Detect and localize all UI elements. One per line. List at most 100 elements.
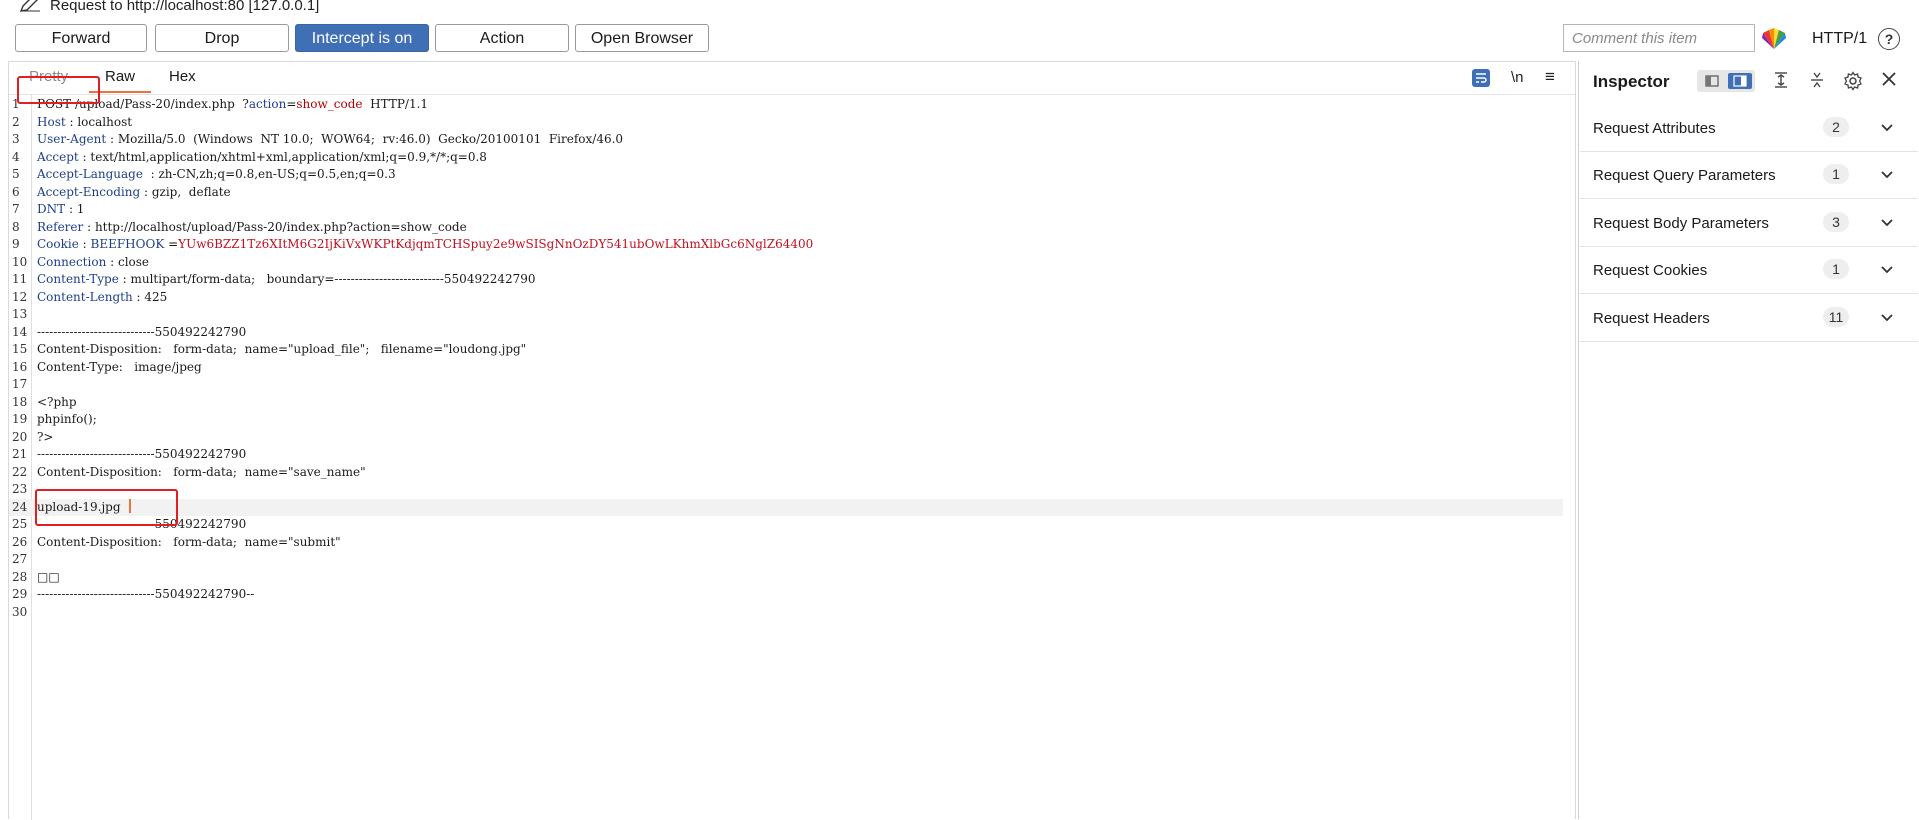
code-token: Content-Type	[37, 272, 119, 286]
code-line[interactable]: 11 Content-Type : multipart/form-data; bo…	[9, 271, 1575, 289]
section-count-badge: 3	[1823, 212, 1849, 232]
section-request-cookies[interactable]: Request Cookies 1	[1580, 248, 1918, 294]
drop-button[interactable]: Drop	[155, 24, 289, 52]
code-line[interactable]: 29 -----------------------------550492242…	[9, 586, 1575, 604]
protocol-selector[interactable]: HTTP/1	[1812, 30, 1867, 48]
window-title: Request to http://localhost:80 [127.0.0.…	[0, 0, 1919, 16]
code-token: Accept-Encoding	[37, 184, 141, 199]
editor-menu-icon[interactable]: ≡	[1545, 67, 1555, 86]
code-token: Content-Type: image/jpeg	[37, 359, 202, 374]
code-line[interactable]: 26 Content-Disposition: form-data; name="…	[9, 534, 1575, 552]
show-newlines-toggle[interactable]: \n	[1511, 69, 1524, 87]
code-line[interactable]: 4 Accept : text/html,application/xhtml+xm…	[9, 149, 1575, 167]
section-request-body-parameters[interactable]: Request Body Parameters 3	[1580, 201, 1918, 247]
chevron-down-icon[interactable]	[1878, 119, 1896, 137]
section-request-headers[interactable]: Request Headers 11	[1580, 296, 1918, 342]
code-token: <?php	[37, 394, 77, 409]
chevron-down-icon[interactable]	[1878, 261, 1896, 279]
code-line[interactable]: 18 <?php	[9, 394, 1575, 412]
code-token: : multipart/form-data; boundary=--------…	[118, 272, 536, 286]
code-token: show_code	[296, 97, 363, 111]
section-request-query-parameters[interactable]: Request Query Parameters 1	[1580, 153, 1918, 199]
code-line[interactable]: 5 Accept-Language : zh-CN,zh;q=0.8,en-US;…	[9, 166, 1575, 184]
code-line[interactable]: 24 upload-19.jpg	[9, 498, 1563, 516]
action-button[interactable]: Action	[435, 24, 569, 52]
code-line[interactable]: 15 Content-Disposition: form-data; name="…	[9, 341, 1575, 359]
code-line[interactable]: 16 Content-Type: image/jpeg	[9, 359, 1575, 377]
layout-stacked-icon[interactable]	[1700, 73, 1724, 89]
section-label: Request Cookies	[1593, 262, 1708, 279]
expand-all-icon[interactable]	[1771, 71, 1791, 91]
wrap-lines-icon[interactable]	[1472, 69, 1490, 87]
code-line[interactable]: 7 DNT : 1	[9, 201, 1575, 219]
line-text: Connection : close	[37, 254, 149, 272]
close-icon[interactable]	[1879, 71, 1899, 91]
code-line[interactable]: 30	[9, 604, 1575, 622]
layout-side-icon[interactable]	[1728, 73, 1752, 89]
collapse-all-icon[interactable]	[1807, 71, 1827, 91]
comment-input[interactable]	[1563, 24, 1755, 52]
code-line[interactable]: 20 ?>	[9, 429, 1575, 447]
code-line[interactable]: 14 -----------------------------550492242…	[9, 324, 1575, 342]
code-token: : 1	[65, 202, 85, 216]
line-text: Cookie : BEEFHOOK =YUw6BZZ1Tz6XItM6G2IjK…	[37, 236, 813, 254]
code-token: User-Agent	[37, 132, 107, 146]
line-number: 17	[12, 377, 28, 391]
line-number: 15	[12, 342, 28, 356]
code-line[interactable]: 21 -----------------------------550492242…	[9, 446, 1575, 464]
code-line[interactable]: 2 Host : localhost	[9, 114, 1575, 132]
code-line[interactable]: 13	[9, 306, 1575, 324]
code-line[interactable]: 3 User-Agent : Mozilla/5.0 (Windows NT 10…	[9, 131, 1575, 149]
code-token: : http://localhost/upload/Pass-20/index.…	[83, 219, 467, 234]
line-text: DNT : 1	[37, 201, 84, 219]
code-line[interactable]: 17	[9, 376, 1575, 394]
code-token: Host	[37, 114, 66, 129]
code-line[interactable]: 22 Content-Disposition: form-data; name="…	[9, 464, 1575, 482]
code-line[interactable]: 12 Content-Length : 425	[9, 289, 1575, 307]
code-line[interactable]: 27	[9, 551, 1575, 569]
highlight-color-icon[interactable]	[1761, 27, 1787, 51]
forward-button[interactable]: Forward	[15, 24, 147, 52]
intercept-toggle-button[interactable]: Intercept is on	[295, 24, 429, 52]
line-number: 21	[12, 447, 28, 461]
line-text: Content-Disposition: form-data; name="up…	[37, 341, 526, 359]
open-browser-button[interactable]: Open Browser	[575, 24, 709, 52]
code-token: =	[286, 97, 297, 111]
code-token: HTTP/1.1	[362, 97, 429, 111]
chevron-down-icon[interactable]	[1878, 214, 1896, 232]
code-line[interactable]: 6 Accept-Encoding : gzip, deflate	[9, 184, 1575, 202]
inspector-layout-toggle[interactable]	[1697, 70, 1755, 92]
code-token: Referer	[37, 219, 84, 234]
code-token: =	[164, 237, 179, 251]
settings-gear-icon[interactable]	[1843, 71, 1863, 91]
code-line[interactable]: 9 Cookie : BEEFHOOK =YUw6BZZ1Tz6XItM6G2Ij…	[9, 236, 1575, 254]
chevron-down-icon[interactable]	[1878, 309, 1896, 327]
tab-hex[interactable]: Hex	[169, 68, 196, 85]
code-token: Accept	[37, 149, 79, 164]
code-line[interactable]: 19 phpinfo();	[9, 411, 1575, 429]
code-line[interactable]: 28 □□	[9, 569, 1575, 587]
line-number: 28	[12, 569, 28, 584]
line-text: <?php	[37, 394, 77, 412]
help-icon[interactable]: ?	[1878, 28, 1900, 50]
code-token: □□	[37, 569, 60, 584]
code-line[interactable]: 23	[9, 481, 1575, 499]
code-line[interactable]: 10 Connection : close	[9, 254, 1575, 272]
code-token: :	[78, 237, 91, 251]
section-request-attributes[interactable]: Request Attributes 2	[1580, 106, 1918, 152]
code-token: BEEFHOOK	[90, 237, 165, 251]
code-line[interactable]: 1 POST /upload/Pass-20/index.php ?action=…	[9, 96, 1575, 114]
chevron-down-icon[interactable]	[1878, 166, 1896, 184]
line-number: 24	[12, 499, 28, 514]
line-number: 9	[12, 237, 20, 251]
request-body[interactable]: 1 POST /upload/Pass-20/index.php ?action=…	[9, 96, 1575, 621]
code-token: : Mozilla/5.0 (Windows NT 10.0; WOW64; r…	[106, 132, 624, 146]
line-number: 3	[12, 132, 20, 146]
line-number: 25	[12, 517, 28, 531]
code-token: YUw6BZZ1Tz6XItM6G2IjKiVxWKPtKdjqmTCHSpuy…	[178, 237, 814, 251]
code-line[interactable]: 25 -----------------------------550492242…	[9, 516, 1575, 534]
tab-raw[interactable]: Raw	[88, 68, 152, 93]
code-line[interactable]: 8 Referer : http://localhost/upload/Pass-…	[9, 219, 1575, 237]
line-text: Content-Length : 425	[37, 289, 167, 307]
section-count-badge: 1	[1823, 259, 1849, 279]
